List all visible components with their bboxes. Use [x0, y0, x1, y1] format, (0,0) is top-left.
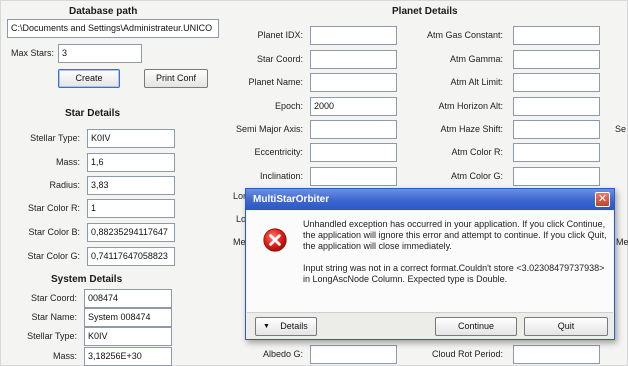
atm-field-label: Atm Alt Limit:	[450, 77, 503, 87]
continue-button[interactable]: Continue	[435, 317, 517, 336]
error-message-intro: Unhandled exception has occurred in your…	[303, 219, 607, 251]
system-field-label: Star Coord:	[30, 293, 77, 303]
star-field-label: Mass:	[55, 157, 80, 167]
chevron-down-icon: ▼	[263, 323, 270, 330]
planet-field-label: Star Coord:	[256, 54, 303, 64]
atm-horizon-alt-field[interactable]	[513, 97, 600, 116]
star-field-label: Stellar Type:	[30, 133, 80, 143]
error-icon	[263, 228, 287, 252]
planet-field-label: Planet IDX:	[257, 30, 303, 40]
planet-field-label: Inclination:	[259, 171, 303, 181]
planet-idx-field[interactable]	[310, 26, 397, 45]
star-field-label: Star Color G:	[27, 251, 80, 261]
planet-details-title: Planet Details	[392, 6, 458, 17]
max-stars-label: Max Stars:	[11, 48, 55, 58]
star-color-g-field[interactable]: 0,74117647058823	[87, 247, 175, 266]
atm-field-label: Atm Gamma:	[449, 54, 503, 64]
details-label: Details	[280, 321, 308, 331]
star-field-label: Star Color R:	[27, 203, 80, 213]
eccentricity-field[interactable]	[310, 143, 397, 162]
star-color-r-field[interactable]: 1	[87, 199, 175, 218]
error-dialog: MultiStarOrbiter ✕ Unhandled exception h…	[245, 188, 615, 340]
planet-name-field[interactable]	[310, 73, 397, 92]
radius-field[interactable]: 3,83	[87, 176, 175, 195]
error-message-detail: Input string was not in a correct format…	[303, 263, 605, 284]
dialog-title: MultiStarOrbiter	[246, 189, 614, 210]
database-path-field[interactable]: C:\Documents and Settings\Administrateur…	[7, 19, 219, 38]
partial-label: Se	[615, 124, 627, 134]
print-conf-button[interactable]: Print Conf	[144, 69, 208, 88]
star-field-label: Star Color B:	[28, 227, 80, 237]
planet-field-label: Eccentricity:	[254, 147, 303, 157]
system-mass-field[interactable]: 3,18256E+30	[84, 347, 172, 366]
atm-gas-constant-field[interactable]	[513, 26, 600, 45]
partial-label: Me	[616, 237, 628, 247]
create-button[interactable]: Create	[58, 69, 120, 88]
semi-major-axis-field[interactable]	[310, 120, 397, 139]
quit-button[interactable]: Quit	[524, 317, 608, 336]
max-stars-field[interactable]: 3	[58, 44, 142, 63]
details-button[interactable]: ▼ Details	[255, 317, 317, 336]
partial-label: Me	[233, 237, 246, 247]
planet-field-label: Semi Major Axis:	[235, 124, 303, 134]
dialog-body: Unhandled exception has occurred in your…	[247, 211, 613, 312]
star-field-label: Radius:	[49, 180, 80, 190]
epoch-field[interactable]: 2000	[310, 97, 397, 116]
atm-gamma-field[interactable]	[513, 50, 600, 69]
system-stellar-type-field[interactable]: K0IV	[84, 327, 172, 346]
atm-color-r-field[interactable]	[513, 143, 600, 162]
atm-color-g-field[interactable]	[513, 167, 600, 186]
albedo-g-field[interactable]	[310, 345, 397, 364]
stellar-type-field[interactable]: K0IV	[87, 129, 175, 148]
planet-star-coord-field[interactable]	[310, 50, 397, 69]
system-star-coord-field[interactable]: 008474	[84, 289, 172, 308]
database-path-title: Database path	[69, 6, 138, 17]
system-details-title: System Details	[51, 274, 123, 285]
atm-field-label: Atm Gas Constant:	[426, 30, 503, 40]
star-details-title: Star Details	[65, 108, 121, 119]
cloud-rot-period-field[interactable]	[513, 345, 600, 364]
application-window: Database path C:\Documents and Settings\…	[0, 0, 628, 366]
atm-field-label: Atm Color G:	[450, 171, 503, 181]
atm-haze-shift-field[interactable]	[513, 120, 600, 139]
inclination-field[interactable]	[310, 167, 397, 186]
atm-field-label: Atm Haze Shift:	[440, 124, 503, 134]
atm-field-label: Atm Horizon Alt:	[438, 101, 503, 111]
system-field-label: Mass:	[52, 351, 77, 361]
error-message: Unhandled exception has occurred in your…	[303, 219, 607, 296]
atm-alt-limit-field[interactable]	[513, 73, 600, 92]
star-color-b-field[interactable]: 0,88235294117647	[87, 223, 175, 242]
planet-field-label: Planet Name:	[248, 77, 303, 87]
atm-field-label: Atm Color R:	[451, 147, 503, 157]
system-star-name-field[interactable]: System 008474	[84, 308, 172, 327]
dialog-footer: ▼ Details Continue Quit	[247, 312, 613, 339]
close-icon[interactable]: ✕	[595, 192, 610, 207]
cloud-rot-period-label: Cloud Rot Period:	[431, 349, 503, 359]
system-field-label: Star Name:	[31, 312, 77, 322]
planet-field-label: Epoch:	[274, 101, 303, 111]
albedo-g-label: Albedo G:	[262, 349, 303, 359]
mass-field[interactable]: 1,6	[87, 153, 175, 172]
system-field-label: Stellar Type:	[27, 331, 77, 341]
